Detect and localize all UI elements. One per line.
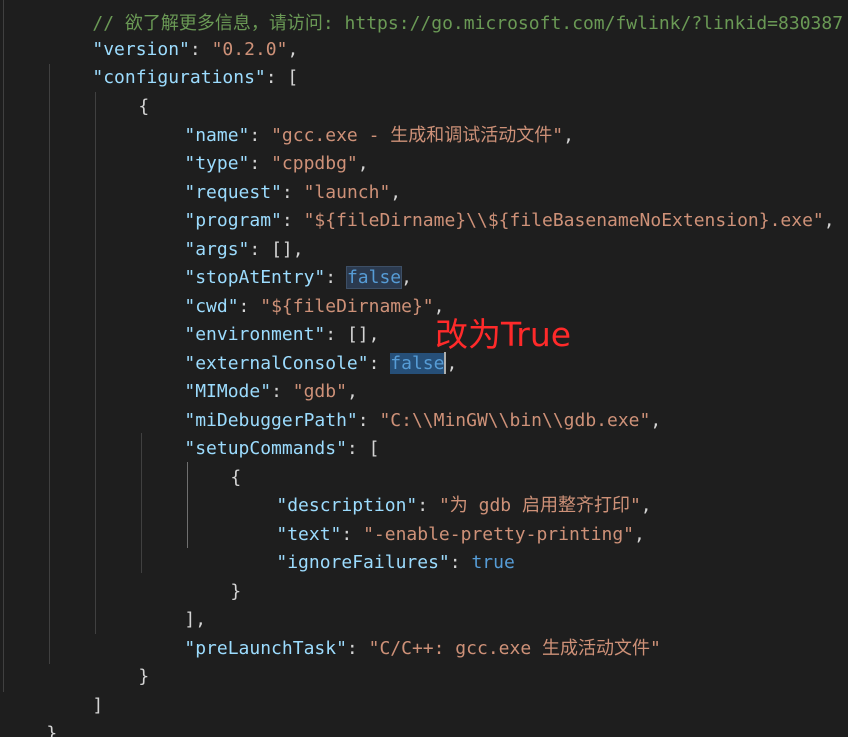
code-line-externalConsole: "externalConsole": false, [184, 351, 458, 374]
code-line-preLaunchTask: "preLaunchTask": "C/C++: gcc.exe 生成活动文件" [184, 638, 661, 659]
code-line-version: "version": "0.2.0", [92, 39, 299, 60]
code-line-text: "text": "-enable-pretty-printing", [276, 524, 645, 545]
code-line-environment: "environment": [], [184, 324, 380, 345]
json-key: "ignoreFailures" [276, 552, 450, 573]
json-boolean-selected[interactable]: false [390, 353, 445, 374]
code-line-root-close: } [46, 723, 58, 737]
code-line-type: "type": "cppdbg", [184, 153, 369, 174]
indent-guide [95, 92, 96, 634]
json-key: "preLaunchTask" [184, 638, 347, 659]
indent-guide [3, 0, 4, 692]
code-line-setupCommands: "setupCommands": [ [184, 438, 380, 459]
code-line-close-bracket: ], [184, 609, 207, 630]
annotation-text: 改为True [435, 315, 572, 354]
code-editor[interactable]: // 欲了解更多信息，请访问: https://go.microsoft.com… [0, 0, 848, 737]
json-string: "C/C++: gcc.exe 生成活动文件" [368, 638, 661, 659]
code-line-ignoreFailures: "ignoreFailures": true [276, 552, 515, 573]
code-line-request: "request": "launch", [184, 182, 402, 203]
code-line-open-brace: { [138, 96, 150, 117]
code-line-program: "program": "${fileDirname}\\${fileBasena… [184, 210, 835, 231]
code-line-close-brace: } [138, 666, 150, 687]
json-string: "${fileDirname}\\${fileBasenameNoExtensi… [303, 210, 824, 231]
json-string: "C:\\MinGW\\bin\\gdb.exe" [379, 410, 651, 431]
code-line-inner-open-brace: { [230, 467, 242, 488]
code-line-close-configurations: ] [92, 695, 104, 716]
code-line-args: "args": [], [184, 239, 304, 260]
json-boolean: true [471, 552, 515, 573]
code-line-description: "description": "为 gdb 启用整齐打印", [276, 495, 652, 516]
code-line-stopAtEntry: "stopAtEntry": false, [184, 266, 412, 289]
code-line-cwd: "cwd": "${fileDirname}", [184, 296, 445, 317]
code-line-miDebuggerPath: "miDebuggerPath": "C:\\MinGW\\bin\\gdb.e… [184, 410, 662, 431]
indent-guide [49, 64, 50, 664]
code-line-MIMode: "MIMode": "gdb", [184, 381, 358, 402]
code-line-name: "name": "gcc.exe - 生成和调试活动文件", [184, 125, 574, 146]
code-line-inner-close-brace: } [230, 581, 242, 602]
code-line-configurations: "configurations": [ [92, 67, 299, 88]
